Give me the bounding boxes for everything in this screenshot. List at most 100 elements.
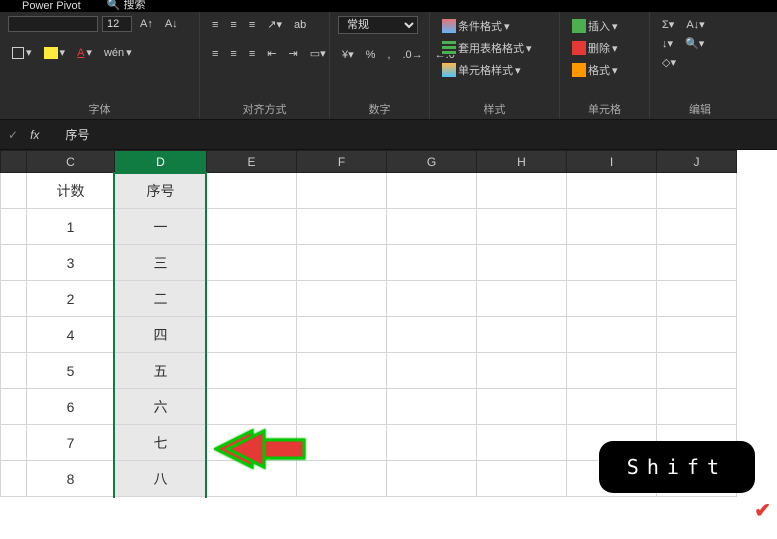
cell-styles-button[interactable]: 单元格样式▾	[438, 60, 536, 80]
cell[interactable]: 八	[115, 461, 207, 497]
cell[interactable]	[387, 425, 477, 461]
cell[interactable]	[387, 281, 477, 317]
currency-button[interactable]: ¥▾	[338, 46, 358, 63]
clear-button[interactable]: ◇▾	[658, 54, 680, 71]
col-header-d[interactable]: D	[115, 151, 207, 173]
cell[interactable]	[657, 281, 737, 317]
cell[interactable]: 3	[27, 245, 115, 281]
cell[interactable]: 一	[115, 209, 207, 245]
cell[interactable]	[387, 353, 477, 389]
cell[interactable]	[567, 173, 657, 209]
cell[interactable]	[207, 209, 297, 245]
cell[interactable]	[297, 317, 387, 353]
cell[interactable]	[477, 353, 567, 389]
cell[interactable]	[477, 281, 567, 317]
cell[interactable]	[297, 425, 387, 461]
cell[interactable]: 2	[27, 281, 115, 317]
cell[interactable]	[387, 209, 477, 245]
cell[interactable]: 7	[27, 425, 115, 461]
cell[interactable]	[297, 209, 387, 245]
conditional-format-button[interactable]: 条件格式▾	[438, 16, 536, 36]
format-as-table-button[interactable]: 套用表格格式▾	[438, 38, 536, 58]
percent-button[interactable]: %	[362, 47, 380, 63]
tab-powerpivot[interactable]: Power Pivot	[18, 0, 85, 12]
align-bottom-button[interactable]: ≡	[245, 17, 259, 33]
cell[interactable]	[207, 317, 297, 353]
indent-left-button[interactable]: ⇤	[263, 45, 280, 62]
cell[interactable]: 计数	[27, 173, 115, 209]
cell[interactable]	[1, 461, 27, 497]
align-center-button[interactable]: ≡	[226, 46, 240, 62]
autosum-button[interactable]: Σ▾	[658, 16, 678, 33]
cell[interactable]	[657, 317, 737, 353]
delete-button[interactable]: 删除▾	[568, 38, 622, 58]
cell[interactable]: 三	[115, 245, 207, 281]
align-left-button[interactable]: ≡	[208, 46, 222, 62]
cell[interactable]: 七	[115, 425, 207, 461]
cell[interactable]	[297, 281, 387, 317]
cell[interactable]	[387, 317, 477, 353]
cell[interactable]: 六	[115, 389, 207, 425]
cell[interactable]	[567, 245, 657, 281]
cell[interactable]	[657, 173, 737, 209]
font-size-combo[interactable]	[102, 16, 132, 32]
cell[interactable]	[1, 173, 27, 209]
comma-button[interactable]: ,	[383, 47, 394, 63]
cell[interactable]	[657, 209, 737, 245]
font-name-combo[interactable]	[8, 16, 98, 32]
cell[interactable]: 8	[27, 461, 115, 497]
col-header-g[interactable]: G	[387, 151, 477, 173]
phonetic-button[interactable]: wén▾	[100, 44, 136, 61]
cell[interactable]: 五	[115, 353, 207, 389]
fill-button[interactable]: ↓▾	[658, 35, 677, 52]
cell[interactable]	[207, 173, 297, 209]
cell[interactable]	[567, 281, 657, 317]
cell[interactable]	[657, 245, 737, 281]
cell[interactable]	[297, 245, 387, 281]
increase-font-button[interactable]: A↑	[136, 16, 157, 32]
cell[interactable]: 1	[27, 209, 115, 245]
cell[interactable]	[207, 245, 297, 281]
fx-cancel-icon[interactable]: ✓	[8, 128, 18, 142]
indent-right-button[interactable]: ⇥	[284, 45, 301, 62]
merge-button[interactable]: ▭▾	[306, 45, 330, 62]
cell[interactable]	[477, 173, 567, 209]
cell[interactable]: 5	[27, 353, 115, 389]
font-color-button[interactable]: A▾	[73, 44, 96, 61]
cell[interactable]: 四	[115, 317, 207, 353]
col-header-h[interactable]: H	[477, 151, 567, 173]
cell[interactable]	[477, 425, 567, 461]
border-button[interactable]: ▾	[8, 44, 36, 61]
align-top-button[interactable]: ≡	[208, 17, 222, 33]
cell[interactable]	[1, 425, 27, 461]
cell[interactable]	[657, 353, 737, 389]
cell[interactable]	[207, 389, 297, 425]
col-header-e[interactable]: E	[207, 151, 297, 173]
cell[interactable]	[567, 389, 657, 425]
cell[interactable]	[387, 461, 477, 497]
wrap-text-button[interactable]: ab	[290, 17, 310, 33]
insert-button[interactable]: 插入▾	[568, 16, 622, 36]
increase-decimal-button[interactable]: .0→	[398, 47, 426, 63]
decrease-font-button[interactable]: A↓	[161, 16, 182, 32]
cell[interactable]	[1, 389, 27, 425]
align-right-button[interactable]: ≡	[245, 46, 259, 62]
cell[interactable]	[477, 209, 567, 245]
cell[interactable]	[207, 281, 297, 317]
cell[interactable]	[477, 389, 567, 425]
cell[interactable]	[1, 281, 27, 317]
cell[interactable]	[1, 317, 27, 353]
col-header-c[interactable]: C	[27, 151, 115, 173]
cell[interactable]: 序号	[115, 173, 207, 209]
find-button[interactable]: 🔍▾	[681, 35, 708, 52]
cell[interactable]	[477, 461, 567, 497]
cell[interactable]	[1, 245, 27, 281]
cell[interactable]	[567, 209, 657, 245]
fill-color-button[interactable]: ▾	[40, 44, 70, 61]
cell[interactable]: 6	[27, 389, 115, 425]
cell[interactable]	[477, 317, 567, 353]
fx-icon[interactable]: fx	[30, 128, 39, 142]
orientation-button[interactable]: ↗▾	[263, 16, 286, 33]
cell[interactable]	[387, 173, 477, 209]
cell[interactable]	[387, 389, 477, 425]
